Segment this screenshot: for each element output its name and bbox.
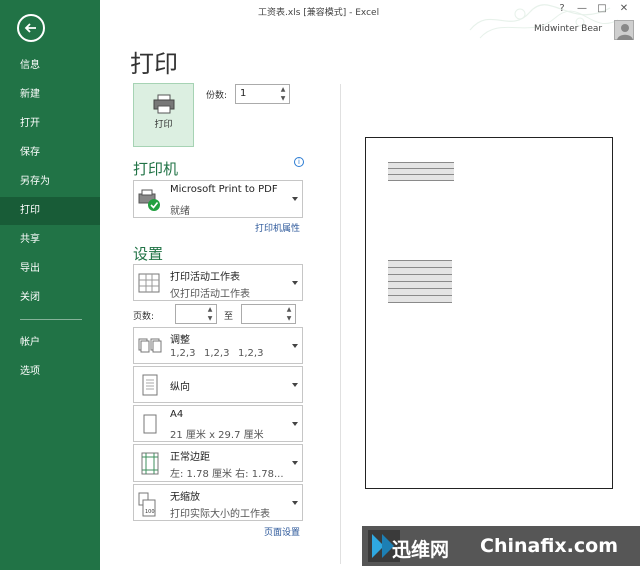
print-what-dropdown[interactable]: 打印活动工作表 仅打印活动工作表 <box>133 264 303 301</box>
watermark-banner: 迅维网 Chinafix.com <box>362 526 640 566</box>
sheet-grid-icon <box>138 273 160 293</box>
nav-item-share[interactable]: 共享 <box>0 226 100 254</box>
collate-order-2: 1,2,3 <box>204 348 230 359</box>
title-bar: 工资表.xls [兼容模式] - Excel ? — □ ✕ Midwinter… <box>100 0 640 40</box>
collate-dropdown[interactable]: 调整 1,2,3 1,2,3 1,2,3 <box>133 327 303 364</box>
paper-size-dropdown[interactable]: A4 21 厘米 x 29.7 厘米 <box>133 405 303 442</box>
spin-up-icon[interactable]: ▲ <box>285 306 293 314</box>
page-title: 打印 <box>130 50 178 78</box>
copies-value: 1 <box>240 88 247 99</box>
margins-desc: 左: 1.78 厘米 右: 1.78... <box>170 469 284 480</box>
pages-from-stepper[interactable]: ▲ ▼ <box>175 304 217 324</box>
settings-section-title: 设置 <box>133 245 164 263</box>
user-icon <box>617 24 633 40</box>
spin-up-icon[interactable]: ▲ <box>206 306 214 314</box>
watermark-text-en: Chinafix.com <box>480 535 619 557</box>
chevron-down-icon <box>292 344 298 348</box>
chevron-down-icon <box>292 383 298 387</box>
spin-down-icon[interactable]: ▼ <box>285 315 293 323</box>
chevron-down-icon <box>292 281 298 285</box>
nav-item-info[interactable]: 信息 <box>0 52 100 80</box>
printer-section-title: 打印机 <box>133 160 179 178</box>
print-button[interactable]: 打印 <box>133 83 194 147</box>
nav-item-close[interactable]: 关闭 <box>0 284 100 312</box>
scaling-title: 无缩放 <box>170 492 200 503</box>
nav-item-save-as[interactable]: 另存为 <box>0 168 100 196</box>
nav-item-print[interactable]: 打印 <box>0 197 100 225</box>
chevron-down-icon <box>292 197 298 201</box>
back-arrow-icon[interactable] <box>17 14 45 42</box>
collate-icon <box>138 338 162 353</box>
printer-icon <box>153 94 175 114</box>
print-what-desc: 仅打印活动工作表 <box>170 289 250 300</box>
watermark-text-cn: 迅维网 <box>392 539 450 561</box>
margins-icon <box>141 452 159 475</box>
print-preview-page <box>365 137 613 489</box>
help-button[interactable]: ? <box>554 3 570 14</box>
paper-size-title: A4 <box>170 409 184 420</box>
chevron-down-icon <box>292 461 298 465</box>
avatar[interactable] <box>614 20 634 40</box>
spin-up-icon[interactable]: ▲ <box>279 86 287 94</box>
info-icon[interactable]: i <box>294 157 304 167</box>
nav-item-new[interactable]: 新建 <box>0 81 100 109</box>
margins-dropdown[interactable]: 正常边距 左: 1.78 厘米 右: 1.78... <box>133 444 303 482</box>
print-button-label: 打印 <box>154 120 173 130</box>
portrait-page-icon <box>142 374 158 396</box>
preview-divider <box>340 84 341 564</box>
copies-label: 份数: <box>206 91 228 101</box>
pages-to-stepper[interactable]: ▲ ▼ <box>241 304 296 324</box>
printer-name: Microsoft Print to PDF <box>170 184 278 195</box>
pages-to-label: 至 <box>224 312 234 322</box>
maximize-button[interactable]: □ <box>594 3 610 14</box>
minimize-button[interactable]: — <box>574 3 590 14</box>
spin-down-icon[interactable]: ▼ <box>206 315 214 323</box>
orientation-title: 纵向 <box>170 382 190 393</box>
nav-item-open[interactable]: 打开 <box>0 110 100 138</box>
nav-item-options[interactable]: 选项 <box>0 358 100 386</box>
pages-label: 页数: <box>133 312 155 322</box>
window-title: 工资表.xls [兼容模式] - Excel <box>258 8 380 18</box>
print-what-title: 打印活动工作表 <box>170 272 240 283</box>
chevron-down-icon <box>292 501 298 505</box>
close-button[interactable]: ✕ <box>616 3 632 14</box>
collate-order-3: 1,2,3 <box>238 348 264 359</box>
paper-size-desc: 21 厘米 x 29.7 厘米 <box>170 430 264 441</box>
page-size-icon <box>143 414 157 434</box>
svg-text:100: 100 <box>145 509 155 515</box>
backstage-sidebar: 信息 新建 打开 保存 另存为 打印 共享 导出 关闭 帐户 选项 <box>0 0 100 570</box>
scaling-dropdown[interactable]: 100 无缩放 打印实际大小的工作表 <box>133 484 303 521</box>
spin-down-icon[interactable]: ▼ <box>279 95 287 103</box>
printer-status: 就绪 <box>170 206 190 217</box>
collate-title: 调整 <box>170 335 190 346</box>
printer-properties-link[interactable]: 打印机属性 <box>255 221 300 234</box>
preview-table-1 <box>388 162 454 180</box>
nav-divider <box>20 319 82 320</box>
nav-item-account[interactable]: 帐户 <box>0 329 100 357</box>
nav-item-export[interactable]: 导出 <box>0 255 100 283</box>
orientation-dropdown[interactable]: 纵向 <box>133 366 303 403</box>
copies-stepper[interactable]: 1 ▲ ▼ <box>235 84 290 104</box>
page-setup-link[interactable]: 页面设置 <box>264 525 300 538</box>
scaling-icon: 100 <box>138 492 156 517</box>
nav-item-save[interactable]: 保存 <box>0 139 100 167</box>
printer-status-icon <box>138 189 160 211</box>
chevron-down-icon <box>292 422 298 426</box>
scaling-desc: 打印实际大小的工作表 <box>170 509 270 520</box>
margins-title: 正常边距 <box>170 452 210 463</box>
printer-dropdown[interactable]: Microsoft Print to PDF 就绪 <box>133 180 303 218</box>
user-name[interactable]: Midwinter Bear <box>534 24 602 34</box>
collate-order-1: 1,2,3 <box>170 348 196 359</box>
